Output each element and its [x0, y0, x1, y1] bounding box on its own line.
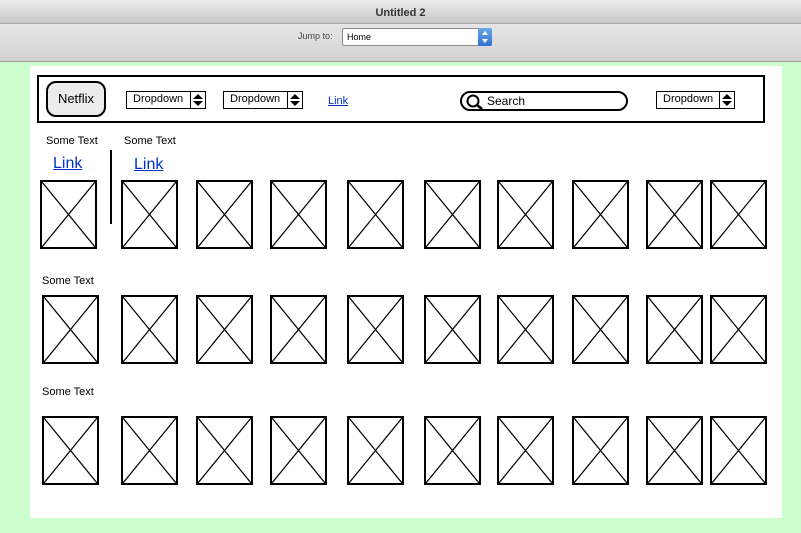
image-placeholder-icon[interactable]	[196, 416, 253, 485]
image-placeholder-icon[interactable]	[710, 295, 767, 364]
search-placeholder: Search	[487, 94, 526, 108]
mockup-canvas: Netflix Dropdown Dropdown Link Search Dr…	[30, 66, 782, 518]
dropdown-3[interactable]: Dropdown	[656, 91, 735, 109]
image-placeholder-icon[interactable]	[572, 295, 629, 364]
site-header: Netflix Dropdown Dropdown Link Search Dr…	[37, 75, 765, 123]
dropdown-1-label: Dropdown	[133, 93, 184, 105]
image-placeholder-icon[interactable]	[497, 295, 554, 364]
dropdown-2-label: Dropdown	[230, 93, 281, 105]
dropdown-1[interactable]: Dropdown	[126, 91, 206, 109]
image-placeholder-icon[interactable]	[572, 416, 629, 485]
up-down-arrow-icon	[719, 92, 734, 108]
row1-section1-link[interactable]: Link	[53, 155, 82, 173]
dropdown-2[interactable]: Dropdown	[223, 91, 303, 109]
image-placeholder-icon[interactable]	[121, 180, 178, 249]
up-down-arrow-icon[interactable]	[478, 28, 492, 46]
image-placeholder-icon[interactable]	[40, 180, 97, 249]
image-placeholder-icon[interactable]	[646, 180, 703, 249]
image-placeholder-icon[interactable]	[424, 295, 481, 364]
image-placeholder-icon[interactable]	[646, 295, 703, 364]
image-placeholder-icon[interactable]	[347, 416, 404, 485]
toolbar: Jump to: Home	[0, 24, 801, 62]
section-divider	[110, 150, 112, 224]
row3-text: Some Text	[42, 386, 94, 398]
image-placeholder-icon[interactable]	[710, 416, 767, 485]
image-placeholder-icon[interactable]	[121, 416, 178, 485]
image-placeholder-icon[interactable]	[42, 416, 99, 485]
image-placeholder-icon[interactable]	[497, 180, 554, 249]
image-placeholder-icon[interactable]	[270, 416, 327, 485]
up-down-arrow-icon	[190, 92, 205, 108]
window-title: Untitled 2	[375, 7, 426, 19]
logo-button[interactable]: Netflix	[46, 81, 106, 117]
image-placeholder-icon[interactable]	[646, 416, 703, 485]
image-placeholder-icon[interactable]	[424, 416, 481, 485]
image-placeholder-icon[interactable]	[270, 180, 327, 249]
search-input[interactable]: Search	[460, 91, 628, 111]
image-placeholder-icon[interactable]	[196, 180, 253, 249]
row2-text: Some Text	[42, 275, 94, 287]
jump-to-select[interactable]: Home	[342, 28, 492, 46]
jump-to-value: Home	[347, 32, 372, 42]
jump-to-label: Jump to:	[298, 31, 333, 41]
image-placeholder-icon[interactable]	[424, 180, 481, 249]
search-icon	[466, 94, 483, 110]
image-placeholder-icon[interactable]	[42, 295, 99, 364]
image-placeholder-icon[interactable]	[121, 295, 178, 364]
row1-section2-link[interactable]: Link	[134, 156, 163, 174]
row1-section1-text: Some Text	[46, 135, 98, 147]
image-placeholder-icon[interactable]	[572, 180, 629, 249]
window-titlebar: Untitled 2	[0, 0, 801, 24]
image-placeholder-icon[interactable]	[497, 416, 554, 485]
image-placeholder-icon[interactable]	[347, 295, 404, 364]
image-placeholder-icon[interactable]	[347, 180, 404, 249]
image-placeholder-icon[interactable]	[710, 180, 767, 249]
row1-section2-text: Some Text	[124, 135, 176, 147]
dropdown-3-label: Dropdown	[663, 93, 714, 105]
image-placeholder-icon[interactable]	[196, 295, 253, 364]
image-placeholder-icon[interactable]	[270, 295, 327, 364]
header-link[interactable]: Link	[328, 95, 348, 107]
up-down-arrow-icon	[287, 92, 302, 108]
